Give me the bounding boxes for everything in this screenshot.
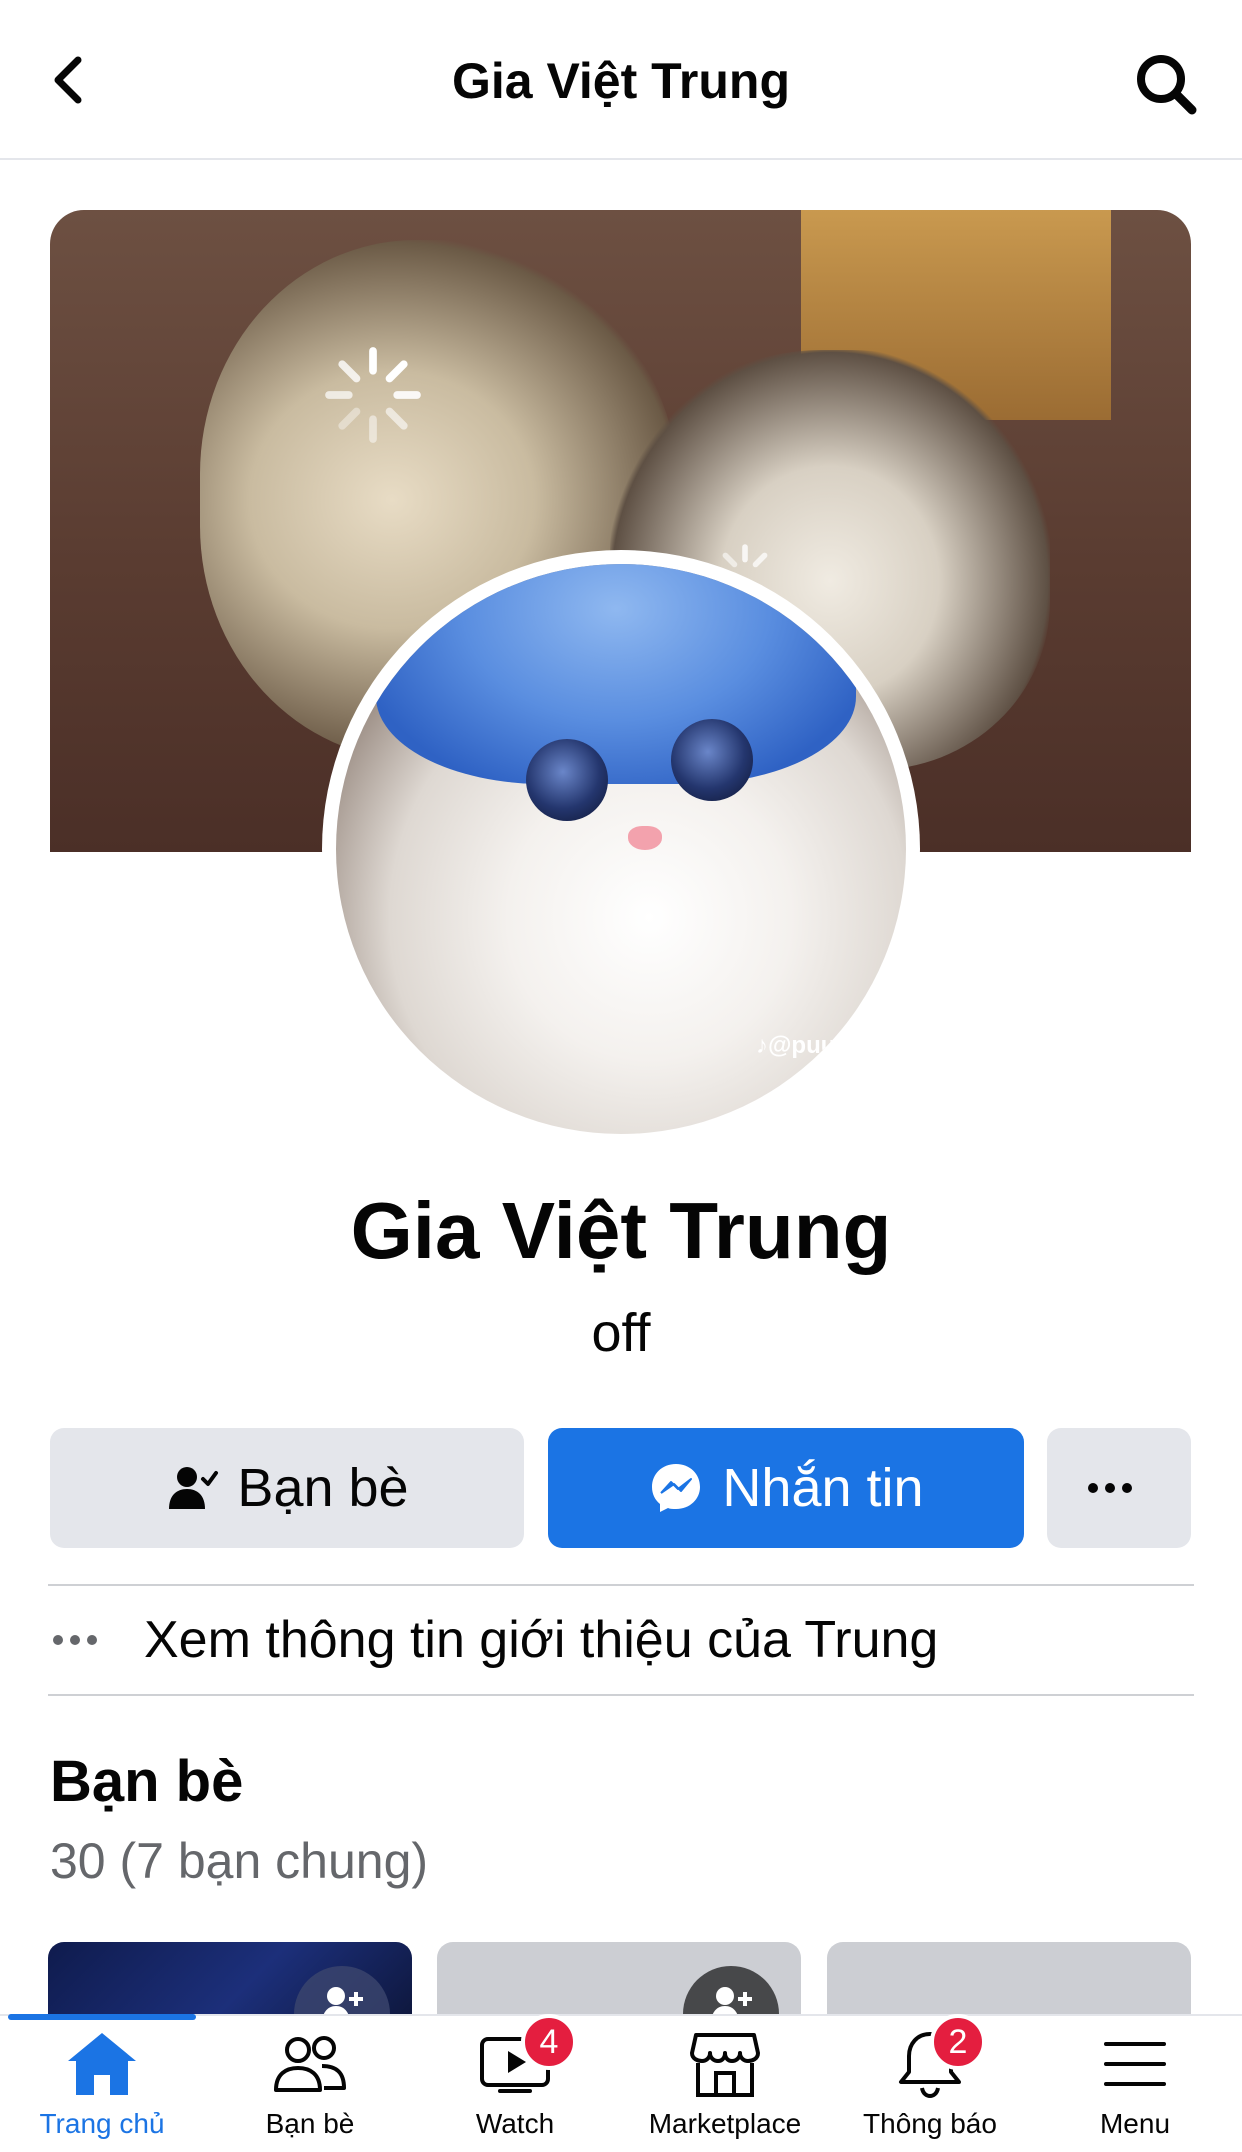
tab-notifications[interactable]: 2 Thông báo [848, 2014, 1012, 2152]
profile-bio: off [591, 1303, 651, 1363]
bottom-tab-bar [0, 2014, 1242, 2152]
friends-icon [274, 2036, 346, 2092]
tab-label: Marketplace [648, 2108, 802, 2139]
tab-watch[interactable]: 4 Watch [430, 2014, 600, 2152]
notifications-badge: 2 [930, 2014, 986, 2070]
watch-badge: 4 [521, 2014, 577, 2070]
active-tab-indicator [8, 2014, 196, 2020]
tab-menu[interactable]: Menu [1060, 2022, 1210, 2152]
friends-count: 30 (7 bạn chung) [50, 1833, 429, 1889]
tab-label: Thông báo [863, 2108, 997, 2139]
see-about-info-row[interactable]: Xem thông tin giới thiệu của Trung [50, 1586, 1192, 1694]
see-about-info-label: Xem thông tin giới thiệu của Trung [144, 1611, 939, 1669]
tab-label: Bạn bè [265, 2108, 355, 2139]
tab-label: Menu [1099, 2108, 1171, 2139]
marketplace-icon [690, 2033, 760, 2097]
avatar-watermark: ♪@puu [756, 1032, 836, 1059]
search-button[interactable] [1132, 50, 1202, 120]
profile-avatar[interactable]: ♪@puu [322, 550, 920, 1148]
tab-label: Watch [475, 2108, 555, 2139]
more-horizontal-icon [53, 1635, 97, 1645]
more-horizontal-icon [1088, 1483, 1132, 1493]
friends-button[interactable]: Bạn bè [50, 1428, 524, 1548]
home-icon [68, 2033, 136, 2095]
menu-icon [1104, 2042, 1166, 2086]
avatar-eye-left [526, 739, 608, 821]
tab-marketplace[interactable]: Marketplace [630, 2022, 820, 2152]
tab-home[interactable]: Trang chủ [20, 2022, 184, 2152]
messenger-icon [652, 1464, 701, 1512]
avatar-hair [376, 564, 856, 784]
more-options-button[interactable] [1047, 1428, 1191, 1548]
avatar-nose [628, 826, 662, 850]
friend-check-icon [169, 1467, 219, 1509]
friends-button-label: Bạn bè [237, 1458, 409, 1518]
search-icon [1137, 55, 1197, 115]
top-bar: Gia Việt Trung [0, 0, 1242, 160]
page-title: Gia Việt Trung [451, 53, 791, 109]
message-button[interactable]: Nhắn tin [548, 1428, 1024, 1548]
tab-friends[interactable]: Bạn bè [230, 2022, 390, 2152]
loading-spinner-icon [325, 347, 421, 443]
tab-label: Trang chủ [39, 2108, 165, 2139]
avatar-image: ♪@puu [336, 564, 906, 1134]
avatar-eye-right [671, 719, 753, 801]
friends-section-title: Bạn bè [50, 1749, 244, 1814]
divider [48, 1694, 1194, 1696]
profile-name: Gia Việt Trung [350, 1186, 892, 1275]
message-button-label: Nhắn tin [722, 1458, 924, 1518]
